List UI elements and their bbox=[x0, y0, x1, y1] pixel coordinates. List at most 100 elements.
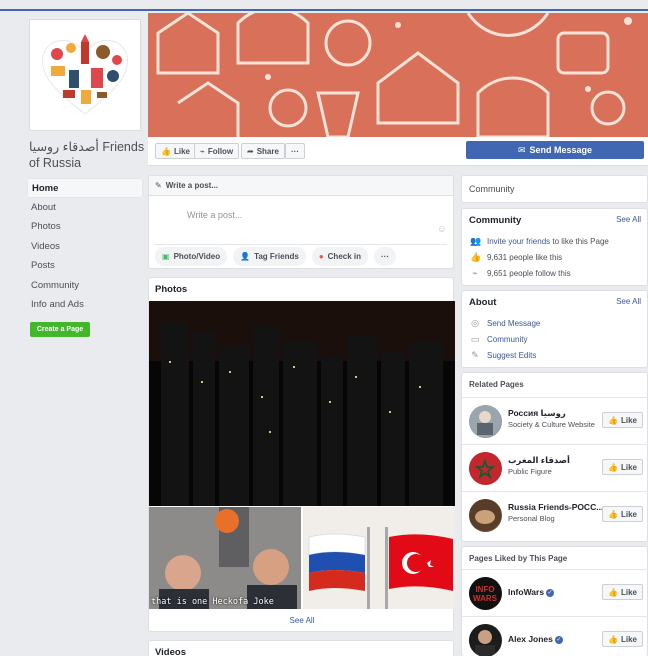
emoji-icon[interactable]: ☺ bbox=[437, 224, 447, 235]
check-in-button[interactable]: ● Check in bbox=[311, 247, 368, 266]
related-page-item[interactable]: Russia Friends-РОСС... Personal Blog 👍 L… bbox=[462, 491, 648, 537]
verified-badge-icon: ✓ bbox=[546, 588, 555, 597]
more-options-button[interactable]: ··· bbox=[285, 143, 305, 159]
page-action-bar: 👍 Like ⌁ Follow ➦ Share ··· ✉ Send Messa… bbox=[148, 137, 648, 166]
related-page-category: Public Figure bbox=[508, 467, 552, 476]
photos-card: Photos that is one Heckofa Joke See All bbox=[148, 277, 455, 632]
messenger-icon: ◎ bbox=[471, 318, 479, 328]
chat-bubble-icon: ▭ bbox=[470, 334, 480, 344]
avatar[interactable] bbox=[469, 452, 502, 485]
thumbs-up-icon: 👍 bbox=[608, 509, 618, 519]
liked-page-name[interactable]: InfoWars ✓ bbox=[508, 587, 608, 597]
follow-button[interactable]: ⌁ Follow bbox=[194, 143, 240, 159]
morocco-flag-icon bbox=[469, 452, 501, 484]
composer-header[interactable]: ✎ Write a post... bbox=[149, 176, 453, 196]
liked-page-item[interactable]: INFO WARS InfoWars ✓ 👍 Like bbox=[462, 569, 648, 615]
share-arrow-icon: ➦ bbox=[247, 146, 254, 156]
nav-community[interactable]: Community bbox=[27, 276, 143, 296]
like-button[interactable]: 👍 Like bbox=[602, 584, 643, 600]
composer-more-button[interactable]: ··· bbox=[374, 247, 396, 266]
community-title: Community bbox=[469, 215, 522, 226]
avatar[interactable] bbox=[469, 624, 502, 656]
photo-city-night[interactable] bbox=[149, 301, 455, 506]
community-card: Community See All 👥 Invite your friends … bbox=[461, 208, 648, 286]
nav-home[interactable]: Home bbox=[27, 178, 143, 198]
like-button[interactable]: 👍 Like bbox=[602, 506, 643, 522]
share-button[interactable]: ➦ Share bbox=[241, 143, 285, 159]
profile-picture[interactable] bbox=[29, 19, 141, 131]
photo-video-button[interactable]: ▣ Photo/Video bbox=[155, 247, 228, 266]
about-title: About bbox=[469, 297, 497, 308]
location-pin-icon: ● bbox=[318, 252, 324, 261]
cover-pattern-icon bbox=[156, 13, 632, 137]
like-button[interactable]: 👍 Like bbox=[602, 412, 643, 428]
related-page-name[interactable]: أصدقاء المغرب bbox=[508, 455, 608, 466]
avatar-image-icon bbox=[469, 405, 501, 437]
pencil-icon: ✎ bbox=[471, 350, 479, 360]
videos-card: Videos bbox=[148, 640, 454, 656]
thumbs-up-icon: 👍 bbox=[161, 146, 171, 156]
nav-videos[interactable]: Videos bbox=[27, 237, 143, 257]
meme-caption: that is one Heckofa Joke bbox=[151, 597, 274, 607]
photos-see-all-link[interactable]: See All bbox=[149, 616, 455, 625]
post-composer: ✎ Write a post... Write a post... ☺ ▣ Ph… bbox=[148, 175, 454, 269]
nav-photos[interactable]: Photos bbox=[27, 217, 143, 237]
send-message-button[interactable]: ✉ Send Message bbox=[466, 141, 644, 159]
avatar[interactable]: INFO WARS bbox=[469, 577, 502, 610]
related-page-name[interactable]: Russia Friends-РОСС... bbox=[508, 502, 608, 512]
tag-friends-button[interactable]: 👤 Tag Friends bbox=[233, 247, 306, 266]
avatar-image-icon bbox=[469, 499, 501, 531]
tag-person-icon: 👤 bbox=[240, 252, 251, 261]
nav-posts[interactable]: Posts bbox=[27, 256, 143, 276]
about-send-message-link[interactable]: Send Message bbox=[487, 319, 540, 328]
like-button[interactable]: 👍 Like bbox=[602, 631, 643, 647]
flags-icon bbox=[303, 507, 455, 609]
liked-page-name[interactable]: Alex Jones ✓ bbox=[508, 634, 608, 644]
follows-row: ⌁ 9,651 people follow this bbox=[462, 265, 647, 281]
messenger-icon: ✉ bbox=[517, 144, 526, 155]
people-icon: 👥 bbox=[470, 236, 482, 246]
thumbs-up-icon: 👍 bbox=[608, 587, 618, 597]
about-community-link[interactable]: Community bbox=[487, 335, 527, 344]
pages-liked-card: Pages Liked by This Page INFO WARS InfoW… bbox=[461, 546, 648, 656]
about-see-all-link[interactable]: See All bbox=[616, 297, 641, 308]
about-community-row: ▭ Community bbox=[462, 331, 647, 347]
post-input[interactable]: Write a post... bbox=[187, 210, 242, 220]
likes-row: 👍 9,631 people like this bbox=[470, 252, 563, 262]
invite-friends-link[interactable]: Invite your friends bbox=[487, 237, 550, 246]
suggest-edits-link[interactable]: Suggest Edits bbox=[487, 351, 536, 360]
avatar[interactable] bbox=[469, 405, 502, 438]
nav-info-and-ads[interactable]: Info and Ads bbox=[27, 295, 143, 315]
videos-title: Videos bbox=[155, 647, 186, 656]
invite-friends-row: 👥 Invite your friends to like this Page bbox=[470, 236, 609, 246]
cover-photo[interactable] bbox=[148, 13, 648, 137]
avatar[interactable] bbox=[469, 499, 502, 532]
rss-icon: ⌁ bbox=[200, 146, 205, 156]
related-page-category: Personal Blog bbox=[508, 514, 555, 523]
photo-caption-meme[interactable]: that is one Heckofa Joke bbox=[149, 507, 301, 609]
like-button[interactable]: 👍 Like bbox=[602, 459, 643, 475]
verified-badge-icon: ✓ bbox=[554, 635, 563, 644]
community-see-all-link[interactable]: See All bbox=[616, 215, 641, 226]
thumbs-up-icon: 👍 bbox=[608, 415, 618, 425]
related-page-item[interactable]: Россия روسيا Society & Culture Website 👍… bbox=[462, 397, 648, 443]
heart-logo-icon bbox=[41, 34, 129, 115]
pages-liked-title: Pages Liked by This Page bbox=[469, 554, 568, 563]
photos-title: Photos bbox=[155, 284, 188, 295]
avatar-image-icon bbox=[469, 624, 501, 656]
svg-text:INFO: INFO bbox=[475, 585, 494, 594]
like-page-button[interactable]: 👍 Like bbox=[155, 143, 196, 159]
liked-page-item[interactable]: Alex Jones ✓ 👍 Like bbox=[462, 616, 648, 656]
related-pages-card: Related Pages Россия روسيا Society & Cul… bbox=[461, 372, 648, 542]
top-bar bbox=[0, 0, 648, 11]
community-tab[interactable]: Community bbox=[462, 176, 647, 194]
pencil-icon: ✎ bbox=[155, 181, 162, 190]
community-tab-card: Community bbox=[461, 175, 648, 203]
related-page-item[interactable]: أصدقاء المغرب Public Figure 👍 Like bbox=[462, 444, 648, 490]
infowars-logo-icon: INFO WARS bbox=[469, 577, 501, 609]
related-page-name[interactable]: Россия روسيا bbox=[508, 408, 608, 419]
create-page-button[interactable]: Create a Page bbox=[30, 322, 90, 337]
photo-icon: ▣ bbox=[162, 252, 170, 261]
nav-about[interactable]: About bbox=[27, 198, 143, 218]
photo-flags[interactable] bbox=[303, 507, 455, 609]
